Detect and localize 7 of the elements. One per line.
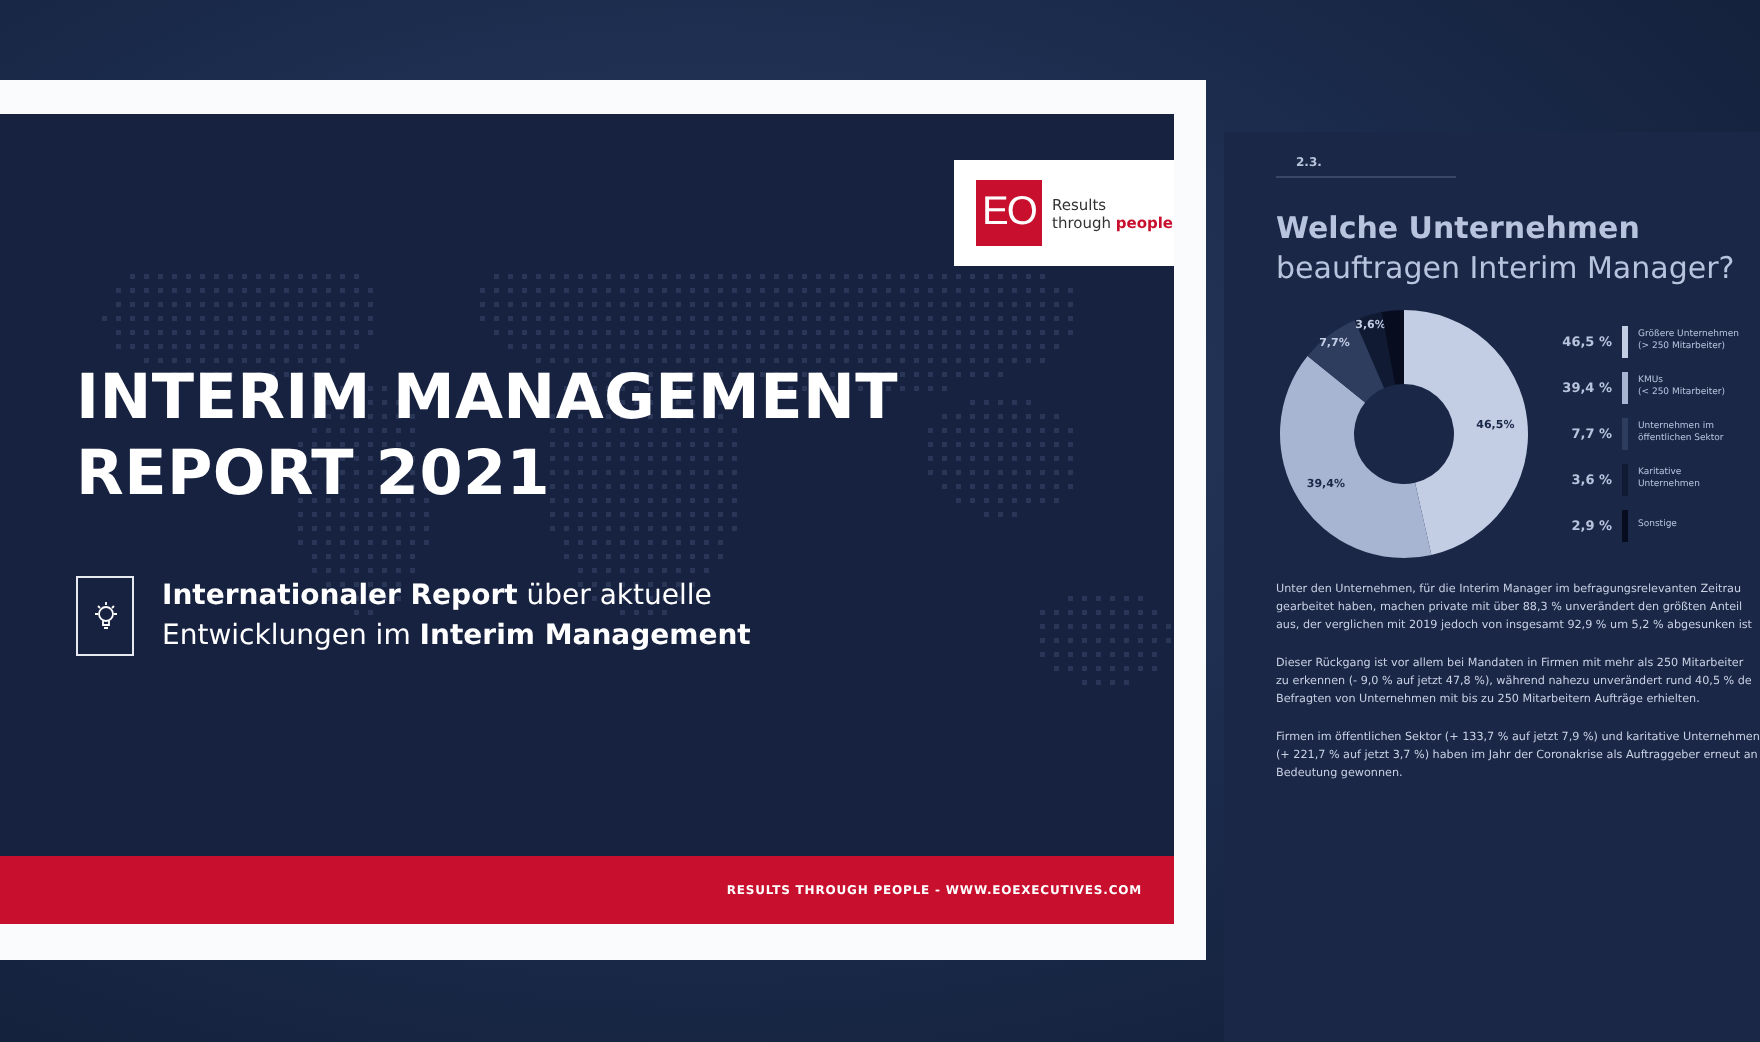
report-subtitle: Internationaler Report über aktuelle Entwicklungen im Interim Management [162, 578, 753, 656]
page-title: Welche Unternehmen [1276, 210, 1642, 246]
report-title: INTERIM MANAGEMENT [76, 360, 900, 436]
page-subtitle: beauftragen Interim Manager? [1276, 250, 1737, 286]
logo-mark: EO [976, 180, 1042, 246]
lightbulb-icon [76, 576, 134, 656]
report-title: REPORT 2021 [76, 436, 553, 512]
